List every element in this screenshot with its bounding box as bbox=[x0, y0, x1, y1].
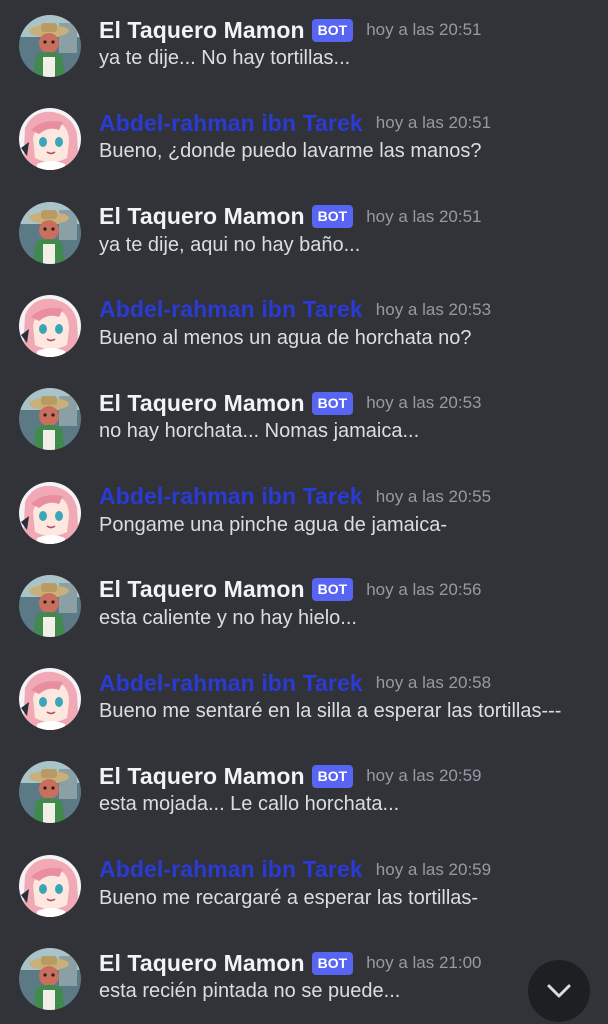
message-content: Bueno me recargaré a esperar las tortill… bbox=[99, 886, 479, 909]
message-row[interactable]: El Taquero Mamon BOT hoy a las 20:51 ya te … bbox=[0, 13, 608, 103]
author-name[interactable]: Abdel-rahman ibn Tarek bbox=[99, 483, 363, 510]
message-header: El Taquero Mamon BOT hoy a las 20:56 bbox=[99, 573, 482, 607]
bot-badge: BOT bbox=[311, 18, 354, 42]
message-content: no hay horchata... Nomas jamaica... bbox=[99, 420, 420, 443]
author-name[interactable]: El Taquero Mamon bbox=[99, 17, 305, 44]
taquero-avatar-icon[interactable] bbox=[19, 388, 81, 451]
chat-message-list[interactable]: El Taquero Mamon BOT hoy a las 20:51 ya te … bbox=[0, 0, 608, 1024]
message-header: El Taquero Mamon BOT hoy a las 20:59 bbox=[99, 759, 482, 793]
author-name[interactable]: Abdel-rahman ibn Tarek bbox=[99, 296, 363, 323]
message-timestamp: hoy a las 20:55 bbox=[375, 486, 492, 506]
message-timestamp: hoy a las 20:51 bbox=[366, 206, 482, 226]
message-timestamp: hoy a las 20:59 bbox=[366, 766, 482, 786]
message-timestamp: hoy a las 20:53 bbox=[375, 299, 492, 319]
author-name[interactable]: El Taquero Mamon bbox=[99, 390, 305, 417]
author-name[interactable]: El Taquero Mamon bbox=[99, 576, 305, 603]
taquero-avatar-icon[interactable] bbox=[19, 574, 81, 637]
message-timestamp: hoy a las 20:56 bbox=[366, 579, 482, 599]
author-name[interactable]: El Taquero Mamon bbox=[99, 950, 305, 977]
anime-girl-avatar-icon[interactable] bbox=[19, 108, 81, 171]
message-header: Abdel-rahman ibn Tarek hoy a las 20:51 bbox=[99, 106, 491, 140]
message-content: Bueno me sentaré en la silla a esperar l… bbox=[99, 700, 562, 723]
message-header: El Taquero Mamon BOT hoy a las 21:00 bbox=[99, 946, 482, 980]
anime-girl-avatar-icon[interactable] bbox=[19, 481, 81, 544]
message-content: Bueno al menos un agua de horchata no? bbox=[99, 326, 472, 349]
message-timestamp: hoy a las 20:51 bbox=[366, 20, 482, 39]
anime-girl-avatar-icon[interactable] bbox=[19, 668, 81, 731]
message-content: Pongame una pinche agua de jamaica- bbox=[99, 513, 448, 536]
message-content: ya te dije... No hay tortillas... bbox=[99, 47, 351, 69]
message-header: El Taquero Mamon BOT hoy a las 20:53 bbox=[99, 386, 482, 420]
message-content: esta caliente y no hay hielo... bbox=[99, 606, 357, 629]
message-timestamp: hoy a las 20:59 bbox=[375, 859, 492, 879]
message-row[interactable]: Abdel-rahman ibn Tarek hoy a las 20:53 Bue… bbox=[0, 293, 608, 383]
message-timestamp: hoy a las 20:51 bbox=[375, 113, 492, 133]
message-content: ya te dije, aqui no hay baño... bbox=[99, 233, 361, 256]
anime-girl-avatar-icon[interactable] bbox=[19, 854, 81, 917]
message-timestamp: hoy a las 20:58 bbox=[375, 673, 492, 693]
jump-to-bottom-button[interactable] bbox=[528, 960, 590, 1022]
author-name[interactable]: Abdel-rahman ibn Tarek bbox=[99, 670, 363, 697]
message-timestamp: hoy a las 20:53 bbox=[366, 393, 482, 413]
message-header: Abdel-rahman ibn Tarek hoy a las 20:53 bbox=[99, 293, 491, 327]
message-header: Abdel-rahman ibn Tarek hoy a las 20:59 bbox=[99, 853, 491, 887]
taquero-avatar-icon[interactable] bbox=[19, 15, 81, 77]
taquero-avatar-icon[interactable] bbox=[19, 948, 81, 1010]
message-row[interactable]: Abdel-rahman ibn Tarek hoy a las 20:51 Bue… bbox=[0, 106, 608, 196]
message-row[interactable]: Abdel-rahman ibn Tarek hoy a las 20:58 Bue… bbox=[0, 666, 608, 756]
author-name[interactable]: El Taquero Mamon bbox=[99, 763, 305, 790]
bot-badge: BOT bbox=[311, 391, 354, 415]
message-content: esta mojada... Le callo horchata... bbox=[99, 793, 400, 816]
message-content: Bueno, ¿donde puedo lavarme las manos? bbox=[99, 140, 482, 163]
taquero-avatar-icon[interactable] bbox=[19, 761, 81, 824]
bot-badge: BOT bbox=[311, 205, 354, 229]
message-header: El Taquero Mamon BOT hoy a las 20:51 bbox=[99, 200, 482, 234]
message-content: esta recién pintada no se puede... bbox=[99, 980, 401, 1002]
message-header: El Taquero Mamon BOT hoy a las 20:51 bbox=[99, 13, 482, 47]
anime-girl-avatar-icon[interactable] bbox=[19, 294, 81, 357]
bot-badge: BOT bbox=[311, 578, 354, 602]
message-row[interactable]: El Taquero Mamon BOT hoy a las 20:53 no hay… bbox=[0, 386, 608, 476]
bot-badge: BOT bbox=[311, 951, 354, 975]
message-row[interactable]: El Taquero Mamon BOT hoy a las 20:56 esta c… bbox=[0, 573, 608, 663]
taquero-avatar-icon[interactable] bbox=[19, 201, 81, 264]
chevron-down-icon bbox=[547, 984, 571, 998]
message-row[interactable]: El Taquero Mamon BOT hoy a las 20:59 esta m… bbox=[0, 759, 608, 849]
message-row[interactable]: El Taquero Mamon BOT hoy a las 20:51 ya te … bbox=[0, 200, 608, 290]
message-row[interactable]: Abdel-rahman ibn Tarek hoy a las 20:55 Pon… bbox=[0, 480, 608, 570]
author-name[interactable]: El Taquero Mamon bbox=[99, 203, 305, 230]
message-header: Abdel-rahman ibn Tarek hoy a las 20:55 bbox=[99, 480, 491, 514]
message-header: Abdel-rahman ibn Tarek hoy a las 20:58 bbox=[99, 666, 491, 700]
message-timestamp: hoy a las 21:00 bbox=[366, 953, 482, 972]
message-row[interactable]: El Taquero Mamon BOT hoy a las 21:00 esta r… bbox=[0, 946, 608, 1024]
message-row[interactable]: Abdel-rahman ibn Tarek hoy a las 20:59 Bue… bbox=[0, 853, 608, 943]
author-name[interactable]: Abdel-rahman ibn Tarek bbox=[99, 856, 363, 883]
author-name[interactable]: Abdel-rahman ibn Tarek bbox=[99, 110, 363, 137]
bot-badge: BOT bbox=[311, 764, 354, 788]
